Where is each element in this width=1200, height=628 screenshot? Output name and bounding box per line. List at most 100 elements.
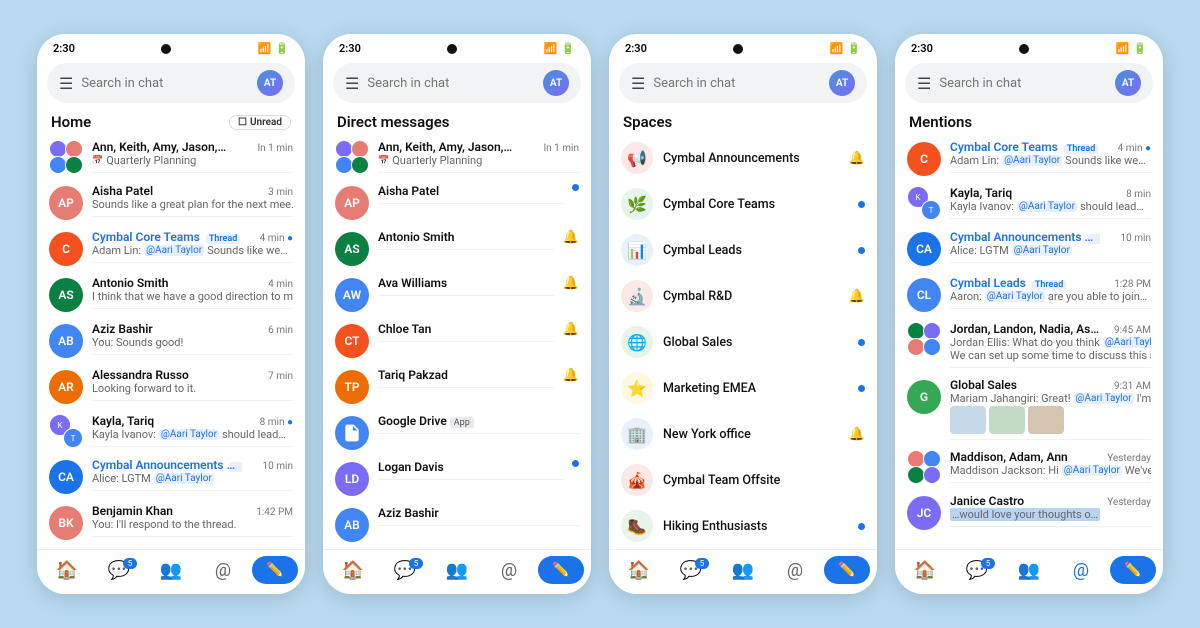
mention-item[interactable]: G Global Sales 9:31 AM Mariam Jahangiri:…: [895, 373, 1163, 445]
nav-home[interactable]: 🏠: [41, 560, 93, 581]
menu-icon-2[interactable]: ☰: [345, 74, 359, 93]
user-avatar-1[interactable]: AT: [257, 70, 283, 96]
chat-content: Cymbal Announcements Thread 10 min Alice…: [950, 230, 1151, 263]
chat-item[interactable]: LD Logan Davis: [323, 455, 591, 501]
space-item[interactable]: 📊 Cymbal Leads: [609, 227, 877, 273]
search-bar-3[interactable]: ☰ Search in chat AT: [619, 63, 867, 103]
chat-item[interactable]: AP Aisha Patel 3 min Sounds like a great…: [37, 179, 305, 225]
chat-item[interactable]: AB Aziz Bashir 6 min You: Sounds good!: [37, 317, 305, 363]
nav-home[interactable]: 🏠: [899, 560, 951, 581]
bottom-nav-4: 🏠 💬5 👥 @ ✏️: [895, 549, 1163, 594]
nav-people[interactable]: 👥: [431, 560, 483, 581]
chat-avatar: AB: [335, 508, 369, 542]
space-item[interactable]: ⭐ Marketing EMEA: [609, 365, 877, 411]
search-bar-2[interactable]: ☰ Search in chat AT: [333, 63, 581, 103]
user-avatar-4[interactable]: AT: [1115, 70, 1141, 96]
mention-item[interactable]: C Cymbal Core Teams Thread 4 min ● Adam …: [895, 135, 1163, 181]
bell-icon: 🔔: [563, 322, 579, 337]
user-avatar-2[interactable]: AT: [543, 70, 569, 96]
bell-icon: 🔔: [563, 276, 579, 291]
space-item[interactable]: 🏢 New York office 🔔: [609, 411, 877, 457]
chat-content: Ann, Keith, Amy, Jason,… In 1 min 📅 Quar…: [378, 140, 579, 173]
menu-icon-4[interactable]: ☰: [917, 74, 931, 93]
mention-item[interactable]: CA Cymbal Announcements Thread 10 min Al…: [895, 225, 1163, 271]
nav-home[interactable]: 🏠: [327, 560, 379, 581]
space-item[interactable]: 🔬 Cymbal R&D 🔔: [609, 273, 877, 319]
mention-item[interactable]: K T Kayla, Tariq 8 min Kayla Ivanov: @Aa…: [895, 181, 1163, 225]
nav-home[interactable]: 🏠: [613, 560, 665, 581]
chat-item[interactable]: AB Aziz Bashir: [323, 501, 591, 547]
chat-content: Alessandra Russo 7 min Looking forward t…: [92, 368, 293, 401]
nav-people[interactable]: 👥: [717, 560, 769, 581]
chat-item[interactable]: Ann, Keith, Amy, Jason,… In 1 min 📅 Quar…: [323, 135, 591, 179]
img-thumb: [989, 406, 1025, 434]
chat-item[interactable]: AP Aisha Patel: [323, 179, 591, 225]
nav-compose[interactable]: ✏️: [249, 556, 301, 584]
space-icon: 🥾: [621, 510, 653, 542]
chat-content: Cymbal Core Teams Thread 4 min ● Adam Li…: [950, 140, 1151, 173]
nav-compose[interactable]: ✏️: [1107, 556, 1159, 584]
space-icon: 📢: [621, 142, 653, 174]
chat-content: Kayla, Tariq 8 min ● Kayla Ivanov: @Aari…: [92, 414, 293, 447]
nav-chat[interactable]: 💬5: [665, 560, 717, 581]
multi-avatar: [49, 140, 83, 174]
chat-item[interactable]: K T Kayla, Tariq 8 min ● Kayla Ivanov: @…: [37, 409, 305, 453]
img-thumb: [950, 406, 986, 434]
bell-icon: 🔔: [849, 427, 865, 442]
chat-item[interactable]: AS Antonio Smith 4 min I think that we h…: [37, 271, 305, 317]
user-avatar-3[interactable]: AT: [829, 70, 855, 96]
chat-item[interactable]: TP Tariq Pakzad 🔔: [323, 363, 591, 409]
chat-item[interactable]: CT Chloe Tan 🔔: [323, 317, 591, 363]
chat-item[interactable]: C Cymbal Core Teams Thread 4 min ● Adam …: [37, 225, 305, 271]
nav-mention[interactable]: @: [197, 560, 249, 581]
nav-people[interactable]: 👥: [145, 560, 197, 581]
space-icon: 🌐: [621, 326, 653, 358]
unread-badge[interactable]: ☐Unread: [229, 115, 291, 130]
nav-compose[interactable]: ✏️: [821, 556, 873, 584]
space-item-cymbal-team-offsite[interactable]: 🎪 Cymbal Team Offsite: [609, 457, 877, 503]
chat-item[interactable]: BK Benjamin Khan 1:42 PM You: I'll respo…: [37, 499, 305, 545]
nav-mention[interactable]: @: [769, 560, 821, 581]
chat-item[interactable]: AS Antonio Smith 🔔: [323, 225, 591, 271]
chat-avatar: AB: [49, 324, 83, 358]
chat-item[interactable]: AR Alessandra Russo 7 min Looking forwar…: [37, 363, 305, 409]
nav-chat[interactable]: 💬5: [93, 560, 145, 581]
status-bar-2: 2:30 📶 🔋: [323, 34, 591, 59]
search-bar-4[interactable]: ☰ Search in chat AT: [905, 63, 1153, 103]
nav-compose[interactable]: ✏️: [535, 556, 587, 584]
mention-item[interactable]: Jordan, Landon, Nadia, Asante 9:45 AM Jo…: [895, 317, 1163, 373]
chat-item[interactable]: Google Drive App: [323, 409, 591, 455]
menu-icon-1[interactable]: ☰: [59, 74, 73, 93]
space-icon: 🎪: [621, 464, 653, 496]
bell-icon: 🔔: [849, 289, 865, 304]
space-item[interactable]: 🌿 Cymbal Core Teams: [609, 181, 877, 227]
mention-item-cymbal-leads[interactable]: CL Cymbal Leads Thread 1:28 PM Aaron: @A…: [895, 271, 1163, 317]
menu-icon-3[interactable]: ☰: [631, 74, 645, 93]
nav-chat[interactable]: 💬5: [379, 560, 431, 581]
chat-item[interactable]: Ann, Keith, Amy, Jason,… In 1 min 📅 Quar…: [37, 135, 305, 179]
chat-item[interactable]: AW Ava Williams 🔔: [323, 271, 591, 317]
phone-home: 2:30 📶 🔋 ☰ Search in chat AT Home ☐Unrea…: [37, 34, 305, 594]
chat-list-direct: Ann, Keith, Amy, Jason,… In 1 min 📅 Quar…: [323, 135, 591, 549]
space-item[interactable]: 📢 Cymbal Announcements 🔔: [609, 135, 877, 181]
status-bar-1: 2:30 📶 🔋: [37, 34, 305, 59]
mention-item[interactable]: JC Janice Castro Yesterday …would love y…: [895, 489, 1163, 535]
nav-chat[interactable]: 💬5: [951, 560, 1003, 581]
space-item[interactable]: 🌐 Global Sales: [609, 319, 877, 365]
camera-3: [733, 44, 743, 54]
image-preview: [950, 406, 1151, 434]
chat-item[interactable]: CA Cymbal Announcements Thread 10 min Al…: [37, 453, 305, 499]
bottom-nav-3: 🏠 💬5 👥 @ ✏️: [609, 549, 877, 594]
chat-content: Antonio Smith 4 min I think that we have…: [92, 276, 293, 309]
chat-avatar: AP: [49, 186, 83, 220]
search-bar-1[interactable]: ☰ Search in chat AT: [47, 63, 295, 103]
chat-content: Google Drive App: [378, 414, 579, 434]
mention-item[interactable]: Maddison, Adam, Ann Yesterday Maddison J…: [895, 445, 1163, 489]
multi-avatar: [907, 450, 941, 484]
space-item[interactable]: 🥾 Hiking Enthusiasts: [609, 503, 877, 549]
nav-people[interactable]: 👥: [1003, 560, 1055, 581]
section-title-3: Spaces: [609, 109, 877, 135]
nav-mention[interactable]: @: [1055, 560, 1107, 581]
time-4: 2:30: [911, 42, 933, 55]
nav-mention[interactable]: @: [483, 560, 535, 581]
